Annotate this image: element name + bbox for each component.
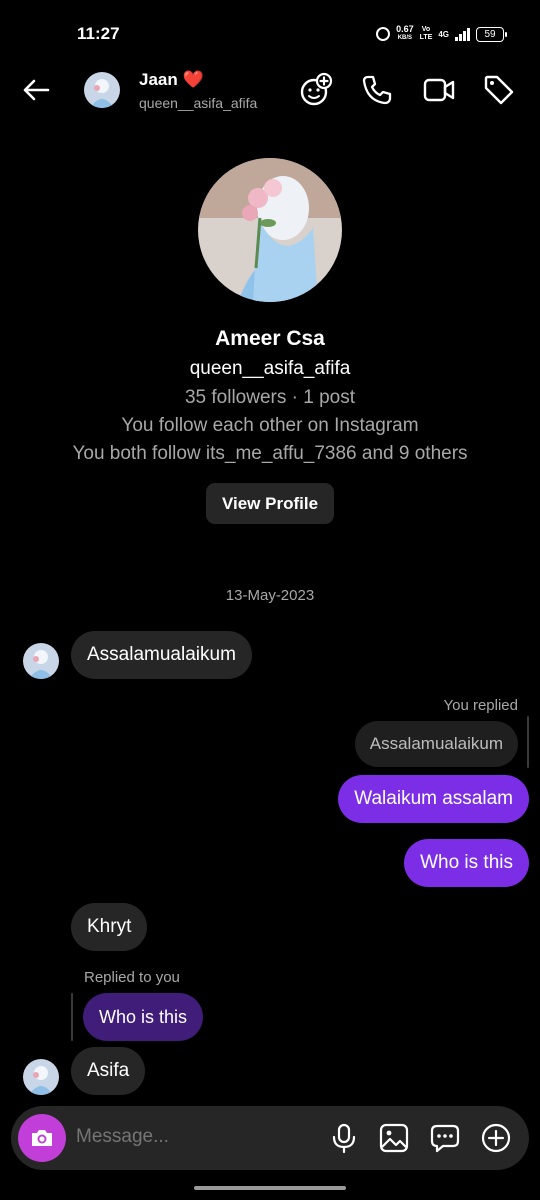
network-speed: 0.67 KB/S — [396, 25, 414, 43]
quoted-reply[interactable]: Who is this — [83, 993, 204, 1041]
camera-button[interactable] — [18, 1114, 66, 1162]
chat-bubble-icon[interactable] — [429, 1122, 461, 1154]
profile-handle: queen__asifa_afifa — [189, 358, 351, 379]
volte-top: Vo — [421, 26, 431, 33]
status-icons: 0.67 KB/S Vo LTE 4G 59 — [376, 25, 507, 43]
home-indicator[interactable] — [194, 1186, 346, 1190]
message-bubble-outgoing[interactable]: Who is this — [404, 839, 529, 887]
message-bubble-outgoing[interactable]: Walaikum assalam — [338, 775, 529, 823]
reply-indicator-bar — [71, 993, 73, 1041]
reply-indicator-bar — [527, 716, 529, 768]
date-separator: 13-May-2023 — [225, 587, 315, 604]
battery-level: 59 — [484, 28, 496, 40]
quoted-message[interactable]: Assalamualaikum — [354, 721, 518, 767]
speed-value: 0.67 — [396, 24, 414, 34]
tag-icon[interactable] — [481, 72, 517, 108]
header-avatar[interactable] — [84, 72, 120, 108]
replied-to-you-label: Replied to you — [84, 969, 180, 986]
profile-stats: 35 followers · 1 post — [184, 387, 356, 408]
header-name[interactable]: Jaan ❤️ — [139, 70, 204, 90]
add-icon[interactable] — [480, 1122, 512, 1154]
back-arrow-icon[interactable] — [20, 74, 52, 106]
network-type: 4G — [438, 29, 449, 39]
status-bar: 11:27 0.67 KB/S Vo LTE 4G 59 — [0, 0, 540, 66]
sticker-add-icon[interactable] — [298, 72, 334, 108]
profile-avatar[interactable] — [198, 158, 342, 302]
sender-avatar[interactable] — [23, 643, 59, 679]
profile-name: Ameer Csa — [215, 327, 325, 350]
gallery-icon[interactable] — [378, 1122, 410, 1154]
camera-icon — [32, 1130, 52, 1146]
chat-header: Jaan ❤️ queen__asifa_afifa — [0, 62, 540, 120]
you-replied-label: You replied — [443, 697, 518, 714]
volte-bottom: LTE — [419, 34, 433, 41]
message-bubble-incoming[interactable]: Assalamualaikum — [71, 631, 252, 679]
message-input[interactable] — [76, 1126, 306, 1148]
status-time: 11:27 — [77, 24, 120, 43]
speed-unit: KB/S — [397, 35, 413, 41]
signal-icon — [455, 27, 470, 41]
phone-call-icon[interactable] — [359, 72, 395, 108]
alarm-icon — [376, 27, 391, 41]
message-bubble-incoming[interactable]: Khryt — [71, 903, 148, 951]
volte-indicator: Vo LTE — [420, 26, 433, 42]
battery-icon: 59 — [476, 26, 507, 42]
view-profile-button[interactable]: View Profile — [206, 483, 334, 524]
video-call-icon[interactable] — [421, 72, 457, 108]
microphone-icon[interactable] — [328, 1122, 360, 1154]
message-composer — [11, 1106, 529, 1170]
sender-avatar[interactable] — [23, 1059, 59, 1095]
common-follows-text: You both follow its_me_affu_7386 and 9 o… — [72, 443, 468, 464]
header-username[interactable]: queen__asifa_afifa — [139, 95, 257, 111]
message-bubble-incoming[interactable]: Asifa — [71, 1047, 146, 1095]
mutual-follow-text: You follow each other on Instagram — [121, 415, 419, 436]
